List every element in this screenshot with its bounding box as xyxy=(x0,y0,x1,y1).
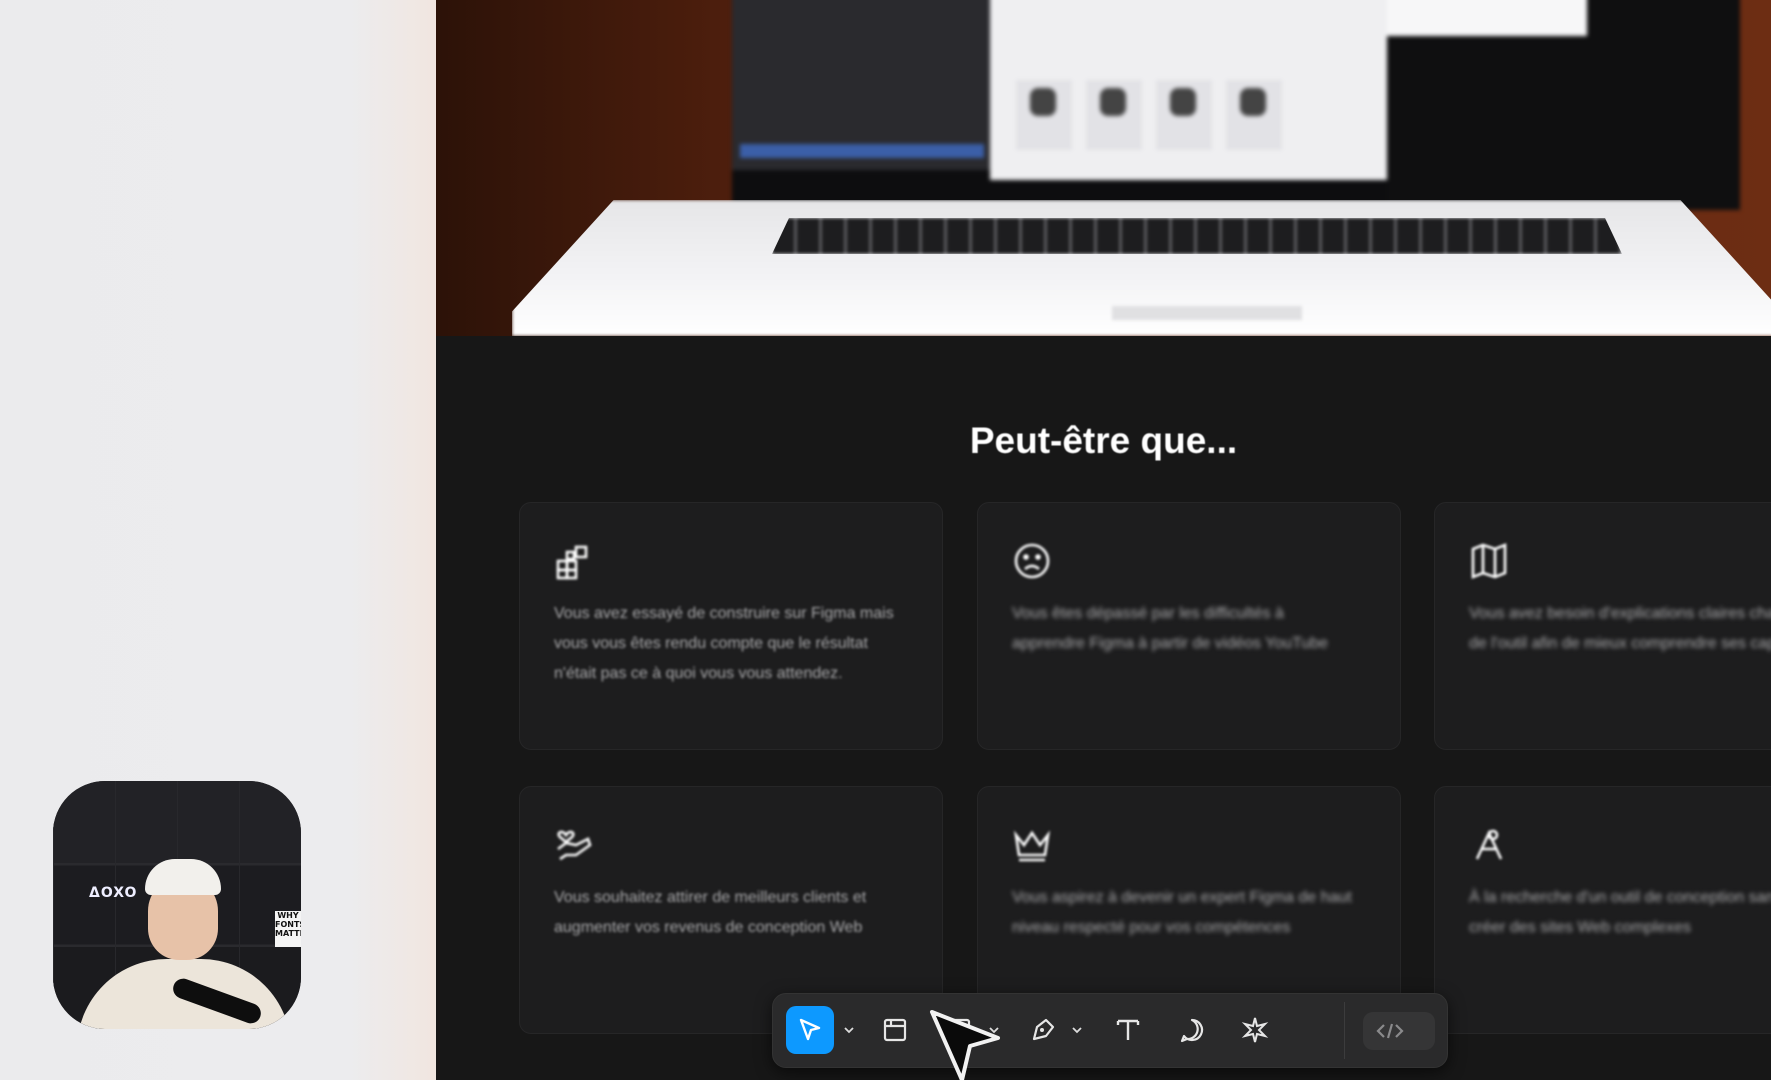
laptop-keyboard xyxy=(772,218,1622,254)
laptop-trackpad xyxy=(1112,306,1302,320)
sad-face-icon xyxy=(1014,543,1050,579)
actions-icon xyxy=(1241,1017,1269,1043)
webcam-logo-text: ΔOXO xyxy=(89,885,138,901)
card-text: Vous avez essayé de construire sur Figma… xyxy=(554,605,894,682)
map-icon xyxy=(1471,543,1507,579)
card-text: Vous êtes dépassé par les difficultés à … xyxy=(1012,605,1329,652)
crown-icon xyxy=(1013,830,1051,862)
blocks-icon xyxy=(556,545,588,580)
feature-card: Vous êtes dépassé par les difficultés à … xyxy=(977,502,1401,750)
pen-tool-dropdown[interactable] xyxy=(1070,1020,1084,1040)
hand-heart-icon xyxy=(557,830,592,861)
chevron-down-icon xyxy=(1072,1027,1082,1034)
webcam-sign: WHY FONTS MATTER xyxy=(275,911,301,947)
pen-nib-icon xyxy=(1475,829,1503,860)
hero-image xyxy=(436,0,1771,336)
frame-tool-button[interactable] xyxy=(871,1006,919,1054)
pen-tool-button[interactable] xyxy=(1019,1006,1067,1054)
laptop-screen xyxy=(732,0,1740,210)
canvas-viewport: Peut-être que... Vous avez essayé de con… xyxy=(436,0,1771,1080)
frame-icon xyxy=(883,1018,907,1042)
comment-icon xyxy=(1180,1018,1204,1043)
laptop-layers-panel xyxy=(732,0,990,170)
move-tool-dropdown[interactable] xyxy=(842,1020,856,1040)
chevron-down-icon xyxy=(844,1027,854,1034)
section-title: Peut-être que... xyxy=(969,420,1238,461)
mouse-cursor-icon xyxy=(930,1010,1000,1080)
card-text: Vous avez besoin d'explications claires … xyxy=(1469,605,1771,652)
dev-mode-toggle[interactable] xyxy=(1363,1012,1435,1050)
figma-toolbar xyxy=(772,993,1448,1068)
card-text: Vous aspirez à devenir un expert Figma d… xyxy=(1012,889,1352,936)
pen-icon xyxy=(1032,1018,1055,1041)
comment-tool-button[interactable] xyxy=(1168,1006,1216,1054)
laptop-preview xyxy=(1387,0,1587,36)
laptop-canvas xyxy=(990,0,1387,180)
move-tool-button[interactable] xyxy=(786,1006,834,1054)
feature-card: Vous avez essayé de construire sur Figma… xyxy=(519,502,943,750)
card-text: À la recherche d'un outil de conception … xyxy=(1469,889,1771,936)
card-text: Vous souhaitez attirer de meilleurs clie… xyxy=(554,889,867,936)
webcam-overlay: ΔOXO WHY FONTS MATTER xyxy=(53,781,301,1029)
move-icon xyxy=(799,1018,821,1041)
text-tool-button[interactable] xyxy=(1104,1006,1152,1054)
feature-card: À la recherche d'un outil de conception … xyxy=(1434,786,1771,1034)
text-icon xyxy=(1116,1019,1140,1040)
feature-card: Vous avez besoin d'explications claires … xyxy=(1434,502,1771,750)
toolbar-separator xyxy=(1344,1002,1345,1059)
actions-tool-button[interactable] xyxy=(1231,1006,1279,1054)
left-background: ΔOXO WHY FONTS MATTER xyxy=(0,0,436,1080)
code-icon xyxy=(1376,1023,1404,1039)
